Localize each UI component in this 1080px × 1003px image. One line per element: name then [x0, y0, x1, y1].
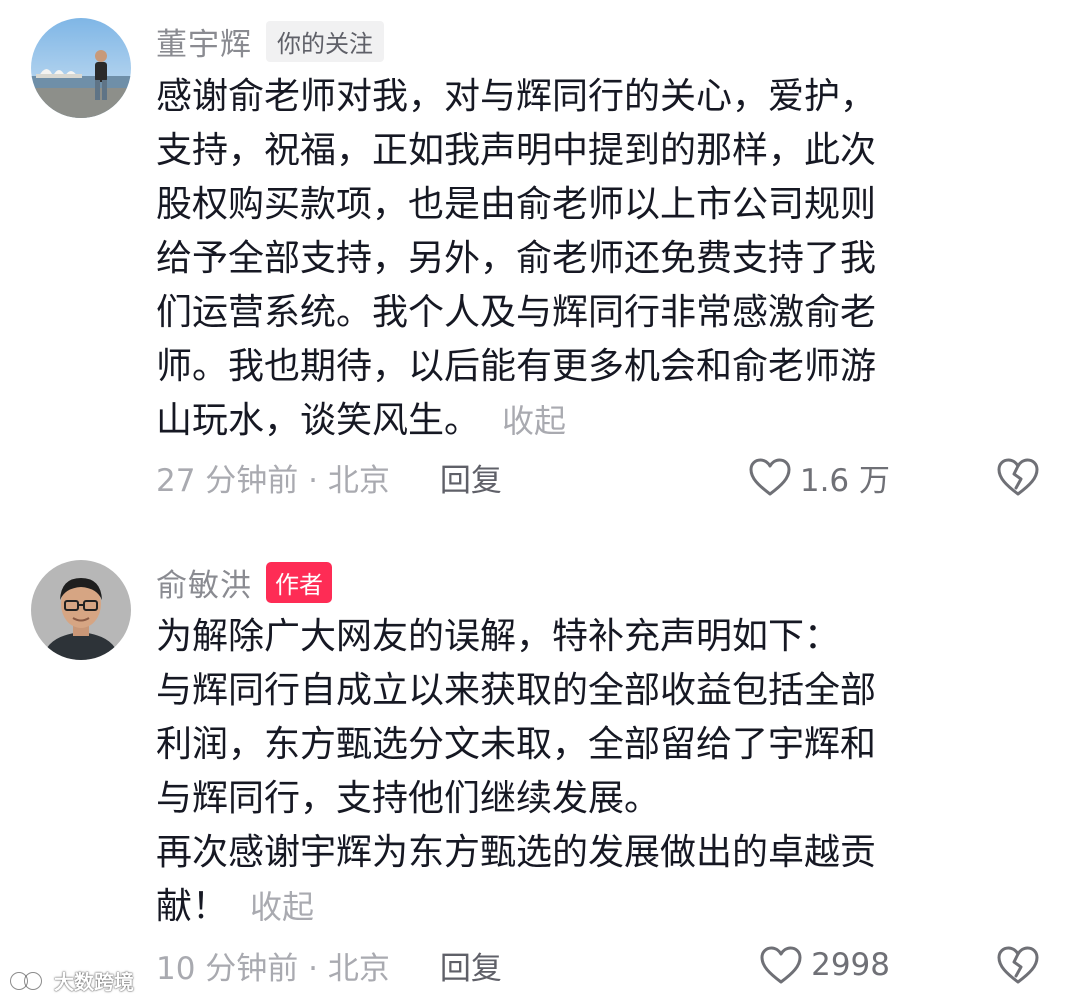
comment-line: 支持，祝福，正如我声明中提到的那样，此次 [156, 130, 877, 171]
comment-text: 为解除广大网友的误解，特补充声明如下： 与辉同行自成立以来获取的全部收益包括全部… [156, 610, 1006, 934]
reply-button[interactable]: 回复 [440, 943, 502, 988]
collapse-button[interactable]: 收起 [502, 402, 566, 440]
comment-line: 感谢俞老师对我，对与辉同行的关心，爱护， [156, 76, 877, 117]
timestamp-location: 10 分钟前 · 北京 [156, 950, 390, 987]
comment-header: 董宇辉 你的关注 [156, 19, 384, 63]
comment-line: 利润，东方甄选分文未取，全部留给了宇辉和 [156, 724, 877, 765]
like-count: 2998 [811, 947, 890, 983]
profile-photo-icon [31, 18, 131, 118]
comment-item: 俞敏洪 作者 为解除广大网友的误解，特补充声明如下： 与辉同行自成立以来获取的全… [0, 545, 1080, 1003]
comment-line: 献！ 收起 [156, 880, 1006, 934]
username[interactable]: 董宇辉 [156, 19, 252, 64]
comment-line: 股权购买款项，也是由俞老师以上市公司规则 [156, 184, 877, 225]
comment-line-text: 献！ [156, 886, 229, 927]
comment-line: 给予全部支持，另外，俞老师还免费支持了我 [156, 238, 877, 279]
dashuju-logo-icon [10, 971, 50, 990]
timestamp-location: 27 分钟前 · 北京 [156, 462, 390, 499]
profile-photo-icon [31, 560, 131, 660]
dislike-button[interactable] [996, 457, 1040, 497]
like-button[interactable]: 1.6 万 [748, 455, 890, 500]
comment-footer: 27 分钟前 · 北京 回复 1.6 万 [156, 452, 1040, 502]
comment-line: 师。我也期待，以后能有更多机会和俞老师游 [156, 346, 877, 387]
username[interactable]: 俞敏洪 [156, 560, 252, 605]
comment-header: 俞敏洪 作者 [156, 560, 332, 604]
avatar[interactable] [31, 560, 131, 660]
comment-line: 与辉同行自成立以来获取的全部收益包括全部 [156, 670, 877, 711]
comment-line: 再次感谢宇辉为东方甄选的发展做出的卓越贡 [156, 832, 877, 873]
following-badge: 你的关注 [266, 20, 384, 62]
watermark-text: 大数跨境 [54, 970, 134, 994]
dislike-button[interactable] [996, 945, 1040, 985]
comment-line: 山玩水，谈笑风生。 收起 [156, 394, 1006, 448]
heart-icon [760, 946, 802, 984]
broken-heart-icon [997, 946, 1039, 984]
reply-button[interactable]: 回复 [440, 455, 502, 500]
comment-line: 为解除广大网友的误解，特补充声明如下： [156, 616, 841, 657]
comment-line: 们运营系统。我个人及与辉同行非常感激俞老 [156, 292, 877, 333]
broken-heart-icon [997, 458, 1039, 496]
avatar[interactable] [31, 18, 131, 118]
heart-icon [749, 458, 791, 496]
author-badge: 作者 [266, 561, 332, 603]
comment-text: 感谢俞老师对我，对与辉同行的关心，爱护， 支持，祝福，正如我声明中提到的那样，此… [156, 70, 1006, 448]
like-count: 1.6 万 [799, 462, 890, 499]
like-button[interactable]: 2998 [759, 945, 890, 985]
comment-line: 与辉同行，支持他们继续发展。 [156, 778, 661, 819]
comment-line-text: 山玩水，谈笑风生。 [156, 400, 481, 441]
watermark: 大数跨境 [8, 966, 134, 995]
comment-item: 董宇辉 你的关注 感谢俞老师对我，对与辉同行的关心，爱护， 支持，祝福，正如我声… [0, 0, 1080, 520]
comment-footer: 10 分钟前 · 北京 回复 2998 [156, 940, 1040, 990]
collapse-button[interactable]: 收起 [250, 888, 314, 926]
